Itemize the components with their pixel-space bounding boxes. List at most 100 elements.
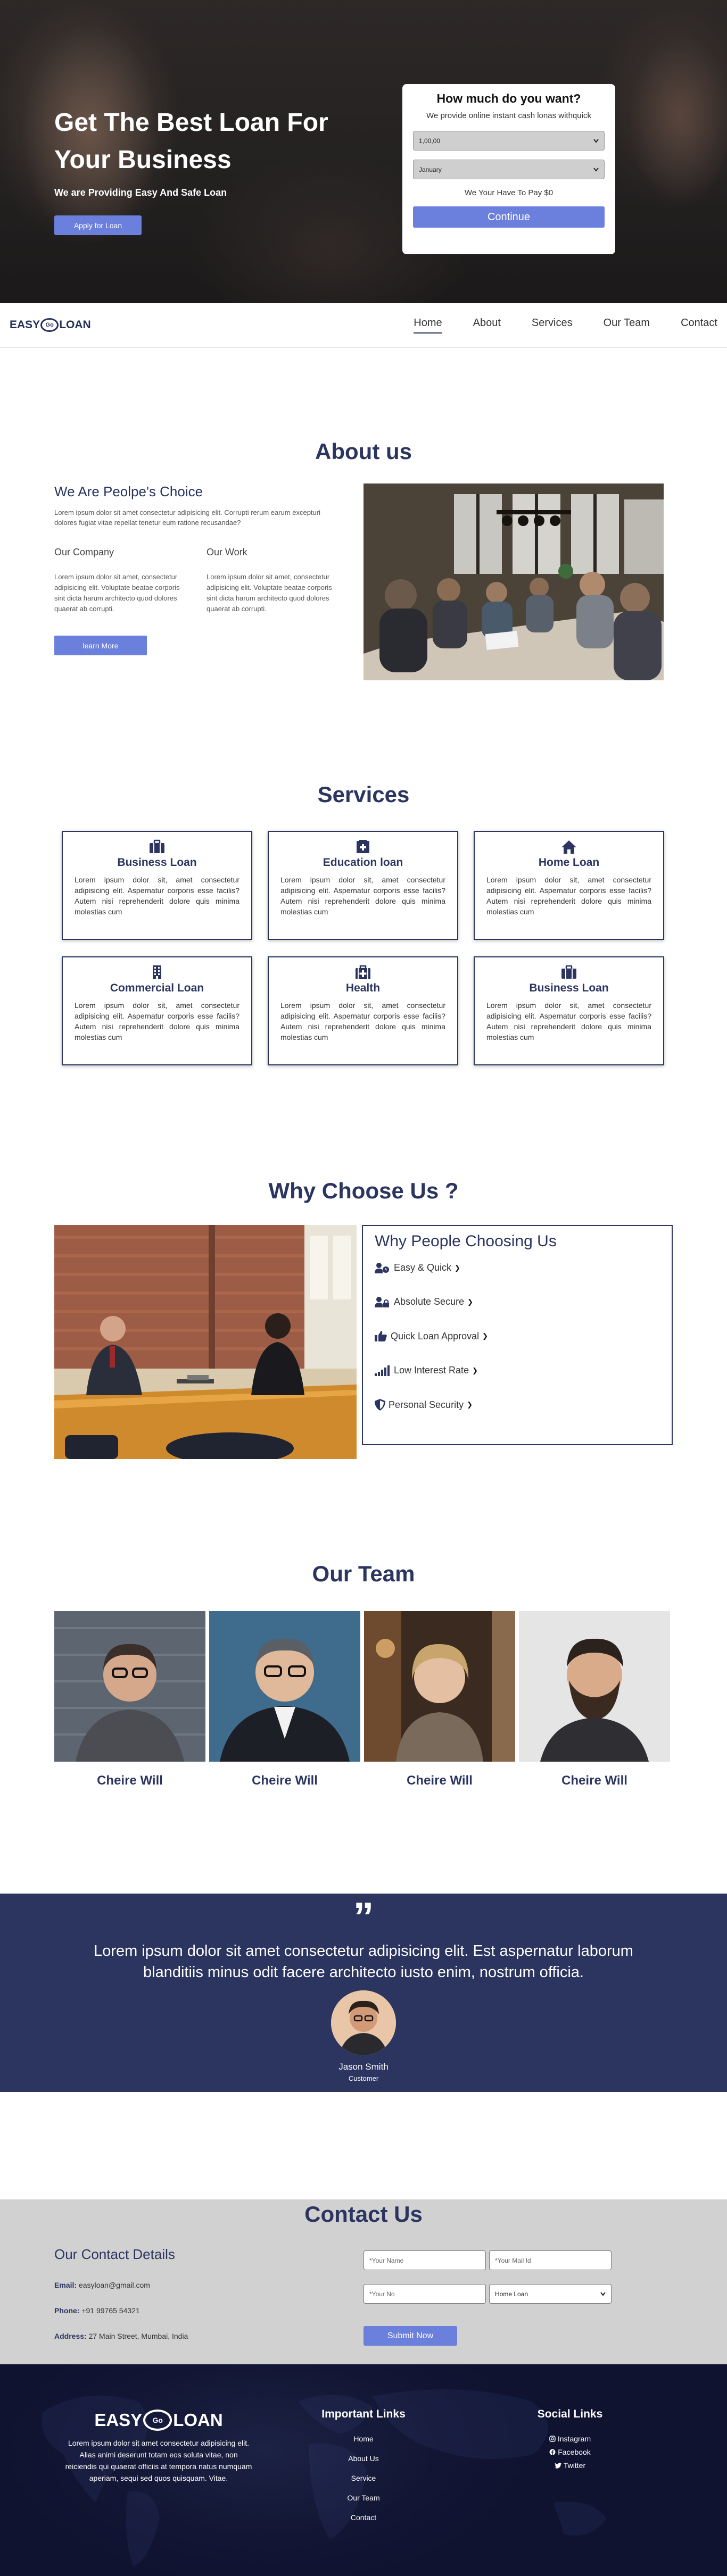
team-member-photo [209,1611,360,1762]
about-columns: Our Company Lorem ipsum dolor sit amet, … [54,547,342,614]
why-item-label: Personal Security [389,1399,464,1410]
team-member-photo [364,1611,515,1762]
why-item-absolute-secure[interactable]: Absolute Secure ❯ [375,1296,660,1307]
contact-email: Email: easyloan@gmail.com [54,2281,320,2289]
loan-card-description: We provide online instant cash lonas wit… [426,111,591,120]
month-select-value: January [419,165,442,173]
hero-section: Get The Best Loan For Your Business We a… [0,0,727,303]
service-card-education-loan[interactable]: Education loan Lorem ipsum dolor sit, am… [268,831,458,940]
why-meeting-photo [54,1225,357,1459]
team-member-card[interactable]: Cheire Will [519,1611,670,1788]
why-item-quick-approval[interactable]: Quick Loan Approval ❯ [375,1330,660,1342]
service-card-business-loan[interactable]: Business Loan Lorem ipsum dolor sit, ame… [62,831,252,940]
about-title: About us [315,439,412,464]
signal-icon [375,1365,390,1376]
why-item-low-interest[interactable]: Low Interest Rate ❯ [375,1365,660,1376]
phone-field[interactable]: *Your No [363,2284,486,2304]
month-select[interactable]: January [413,160,605,179]
instagram-icon [549,2436,556,2442]
loan-payment-text: We Your Have To Pay $0 [464,188,553,197]
logo-text-right: LOAN [59,319,91,331]
team-section: Our Team Cheire Will Cheire Will Cheire … [0,1561,727,1788]
about-company-text: Lorem ipsum dolor sit amet, consectetur … [54,573,180,613]
loan-type-select-value: Home Loan [495,2290,528,2298]
footer-link-about-us[interactable]: About Us [302,2454,425,2463]
service-card-home-loan[interactable]: Home Loan Lorem ipsum dolor sit, amet co… [474,831,664,940]
why-item-easy-quick[interactable]: Easy & Quick ❯ [375,1262,660,1273]
service-text: Lorem ipsum dolor sit, amet consectetur … [75,1001,239,1041]
footer-logo-mark: Go [143,2410,172,2431]
amount-select[interactable]: 1,00,00 [413,131,605,151]
contact-phone: Phone: +91 99765 54321 [54,2306,320,2315]
footer-link-home[interactable]: Home [302,2435,425,2443]
team-member-card[interactable]: Cheire Will [209,1611,360,1788]
service-card-business-loan-2[interactable]: Business Loan Lorem ipsum dolor sit, ame… [474,956,664,1065]
why-item-label: Quick Loan Approval [391,1330,480,1341]
office-meeting-illustration [363,483,664,680]
contact-address-value: 27 Main Street, Mumbai, India [88,2332,188,2340]
nav-links: Home About Services Our Team Contact [383,314,717,334]
shield-icon [375,1399,385,1411]
chevron-down-icon [593,167,599,172]
building-icon [153,965,161,979]
social-link-facebook[interactable]: Facebook [509,2448,631,2456]
chevron-down-icon: ❯ [467,1400,473,1408]
nav-link-about[interactable]: About [473,314,501,334]
social-label: Twitter [563,2461,586,2470]
nav-link-contact[interactable]: Contact [681,314,717,334]
email-field[interactable]: *Your Mail Id [489,2250,612,2270]
team-member-name: Cheire Will [97,1773,163,1788]
why-title: Why Choose Us ? [268,1178,459,1203]
contact-email-label: Email: [54,2281,77,2289]
chevron-down-icon: ❯ [467,1297,473,1306]
about-heading: We Are Peolpe's Choice [54,483,203,499]
why-choose-section: Why Choose Us ? Why People Choosing Us E… [0,1178,727,1459]
social-link-twitter[interactable]: Twitter [509,2461,631,2470]
contact-email-value: easyloan@gmail.com [78,2281,150,2289]
continue-button[interactable]: Continue [413,206,605,228]
chevron-down-icon [600,2291,606,2296]
why-item-personal-security[interactable]: Personal Security ❯ [375,1399,660,1411]
name-field[interactable]: *Your Name [363,2250,486,2270]
contact-form-row: *Your Name *Your Mail Id [363,2250,614,2270]
testimonial-name: Jason Smith [338,2062,389,2072]
footer-logo-left: EASY [94,2410,143,2430]
briefcase-icon [561,965,576,979]
why-item-label: Easy & Quick [394,1262,452,1273]
contact-details-heading: Our Contact Details [54,2246,175,2262]
contact-address-label: Address: [54,2332,87,2340]
about-company-col: Our Company Lorem ipsum dolor sit amet, … [54,547,189,614]
submit-button[interactable]: Submit Now [363,2326,457,2346]
footer-link-our-team[interactable]: Our Team [302,2494,425,2502]
service-card-health[interactable]: Health Lorem ipsum dolor sit, amet conse… [268,956,458,1065]
team-member-photo [519,1611,670,1762]
loan-type-select[interactable]: Home Loan [489,2284,612,2304]
service-title: Commercial Loan [110,982,204,994]
twitter-icon [554,2462,561,2469]
service-card-commercial-loan[interactable]: Commercial Loan Lorem ipsum dolor sit, a… [62,956,252,1065]
services-section: Services Business Loan Lorem ipsum dolor… [0,782,727,1065]
nav-link-home[interactable]: Home [414,314,442,334]
learn-more-button[interactable]: learn More [54,636,147,655]
footer-link-contact[interactable]: Contact [302,2513,425,2522]
nav-link-services[interactable]: Services [532,314,573,334]
team-member-card[interactable]: Cheire Will [364,1611,515,1788]
about-work-col: Our Work Lorem ipsum dolor sit amet, con… [206,547,342,614]
footer-link-service[interactable]: Service [302,2474,425,2482]
service-title: Business Loan [117,856,197,869]
apply-loan-button[interactable]: Apply for Loan [54,215,142,235]
service-title: Home Loan [538,856,600,869]
about-work-title: Our Work [206,547,247,557]
services-grid: Business Loan Lorem ipsum dolor sit, ame… [62,831,664,1065]
team-member-card[interactable]: Cheire Will [54,1611,205,1788]
site-footer: EASY Go LOAN Lorem ipsum dolor sit amet … [0,2364,727,2576]
about-text: Lorem ipsum dolor sit amet consectetur a… [54,508,320,527]
site-logo[interactable]: EASY Go LOAN [10,318,91,332]
nav-link-our-team[interactable]: Our Team [604,314,650,334]
social-link-instagram[interactable]: Instagram [509,2435,631,2443]
team-grid: Cheire Will Cheire Will Cheire Will Chei… [54,1611,670,1788]
service-title: Health [345,982,381,994]
team-member-photo [54,1611,205,1762]
social-label: Facebook [558,2448,591,2456]
footer-logo[interactable]: EASY Go LOAN [63,2410,254,2431]
